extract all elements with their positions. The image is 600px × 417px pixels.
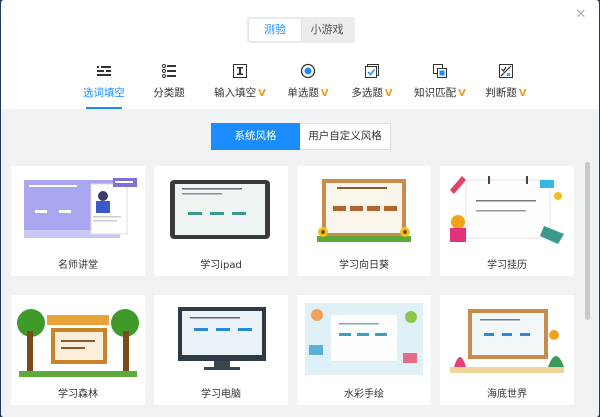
qtype-label-row: 多选题 V [350, 85, 394, 100]
template-name: 学习森林 [58, 389, 98, 400]
template-thumbnail [11, 295, 145, 383]
qtype-label-row: 判断题 V [484, 85, 528, 100]
template-card[interactable]: 学习ipad [154, 166, 288, 276]
match-icon [433, 64, 447, 78]
tab-quiz[interactable]: 测验 [249, 19, 301, 41]
vip-badge: V [320, 88, 329, 99]
template-card[interactable]: 水彩手绘 [297, 295, 431, 405]
fill-blank-icon [97, 66, 111, 76]
qtype-label: 多选题 [351, 87, 383, 99]
template-card[interactable]: 海底世界 [440, 295, 574, 405]
top-tab-switch: 测验 小游戏 [247, 17, 355, 43]
vip-badge: V [384, 88, 393, 99]
vip-badge: V [518, 88, 527, 99]
template-name: 学习向日葵 [339, 260, 389, 271]
template-name: 学习电脑 [201, 389, 241, 400]
template-thumbnail [11, 166, 145, 254]
qtype-multi-choice[interactable]: 多选题 V [350, 63, 394, 107]
close-icon[interactable]: ✕ [575, 8, 587, 21]
qtype-label: 知识匹配 [414, 87, 457, 99]
template-card[interactable]: 学习电脑 [154, 295, 288, 405]
template-thumbnail [297, 166, 431, 254]
template-name: 学习挂历 [487, 260, 527, 271]
qtype-label: 分类题 [153, 87, 185, 99]
qtype-label: 单选题 [287, 87, 319, 99]
template-card[interactable]: 学习向日葵 [297, 166, 431, 276]
template-panel: 系统风格 用户自定义风格 名师讲堂 学习ipad 学习向日葵 学习挂历 学习森林… [1, 109, 599, 417]
template-dialog: ✕ 测验 小游戏 选词填空 分类题 输入填空 V 单选题 V 多选题 V 知识匹配 V [1, 0, 599, 417]
qtype-knowledge-match[interactable]: 知识匹配 V [412, 63, 468, 107]
template-card[interactable]: 学习森林 [11, 295, 145, 405]
qtype-single-choice[interactable]: 单选题 V [286, 63, 330, 107]
qtype-label-row: 单选题 V [286, 85, 330, 100]
tab-custom-style[interactable]: 用户自定义风格 [300, 123, 391, 150]
qtype-true-false[interactable]: 判断题 V [484, 63, 528, 107]
qtype-label-row: 知识匹配 V [412, 85, 468, 100]
template-thumbnail [297, 295, 431, 383]
qtype-classify[interactable]: 分类题 [152, 63, 186, 107]
question-type-bar: 选词填空 分类题 输入填空 V 单选题 V 多选题 V 知识匹配 V 判断题 V [1, 63, 599, 109]
qtype-label: 判断题 [485, 87, 517, 99]
qtype-fill-blank[interactable]: 选词填空 [83, 63, 125, 109]
qtype-label: 选词填空 [83, 87, 125, 99]
qtype-label-row: 输入填空 V [213, 85, 267, 100]
classify-icon [162, 64, 176, 78]
template-name: 海底世界 [487, 389, 527, 400]
qtype-input[interactable]: 输入填空 V [213, 63, 267, 107]
template-name: 名师讲堂 [58, 260, 98, 271]
template-thumbnail [154, 295, 288, 383]
qtype-label: 输入填空 [214, 87, 257, 99]
input-icon [233, 64, 247, 78]
vip-badge: V [258, 88, 266, 99]
style-tab-switch: 系统风格 用户自定义风格 [211, 123, 391, 150]
template-thumbnail [440, 295, 574, 383]
radio-icon [300, 63, 316, 79]
template-thumbnail [440, 166, 574, 254]
template-thumbnail [154, 166, 288, 254]
template-name: 学习ipad [200, 260, 242, 271]
vip-badge: V [458, 88, 466, 99]
tab-mini-game[interactable]: 小游戏 [301, 19, 353, 41]
template-card[interactable]: 名师讲堂 [11, 166, 145, 276]
tab-system-style[interactable]: 系统风格 [211, 123, 300, 150]
judge-icon [499, 64, 513, 78]
checkbox-icon [365, 64, 379, 78]
template-name: 水彩手绘 [344, 389, 384, 400]
template-card[interactable]: 学习挂历 [440, 166, 574, 276]
scrollbar[interactable] [585, 162, 590, 320]
